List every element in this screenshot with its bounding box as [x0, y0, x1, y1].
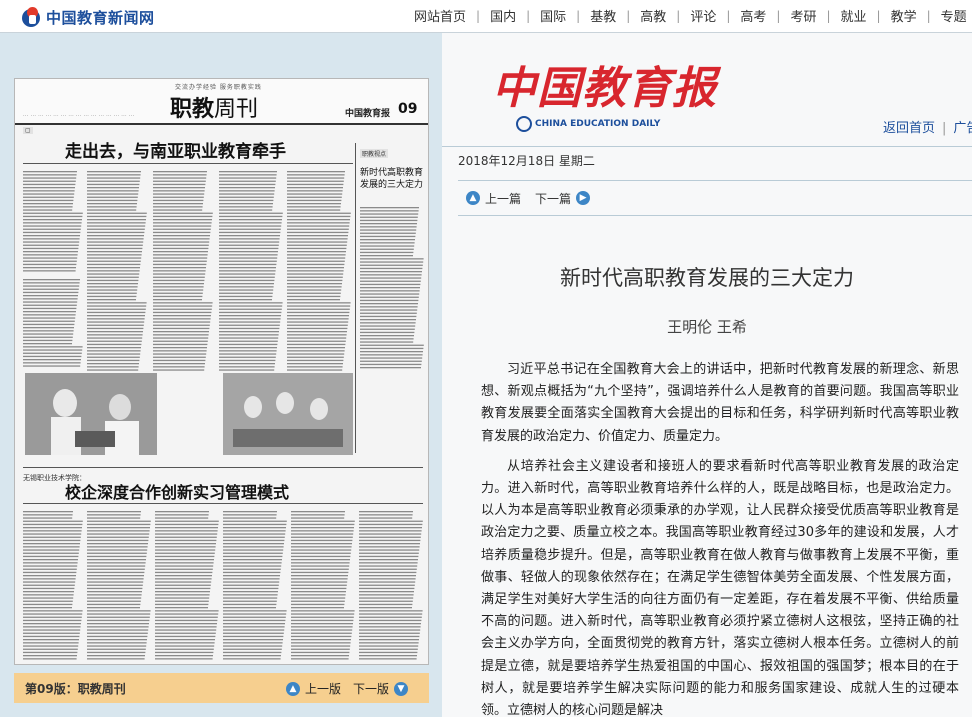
nav-item-kaoyan[interactable]: 考研 [790, 6, 816, 25]
prev-article-link[interactable]: ▲ 上一篇 [466, 190, 521, 207]
nav-item-teaching[interactable]: 教学 [891, 6, 917, 25]
prev-page-label: 上一版 [305, 682, 342, 696]
article-body: 习近平总书记在全国教育大会上的讲话中，把新时代教育发展的新理念、新思想、新观点概… [481, 359, 959, 717]
masthead-english: CHINA EDUCATION DAILY [516, 116, 660, 132]
site-logo[interactable]: 中国教育新闻网 [22, 5, 155, 29]
next-article-label: 下一篇 [535, 191, 572, 206]
newspaper-page-image[interactable]: 交流办学经验 服务职教实践 职教周刊 中国教育报 09 ··· ··· ··· … [14, 78, 429, 665]
home-link[interactable]: 返回首页 [883, 121, 935, 136]
photo-left-graphic [25, 373, 157, 455]
nav-item-gaokao[interactable]: 高考 [740, 6, 766, 25]
nav-item-higher-education[interactable]: 高教 [640, 6, 666, 25]
next-page-link[interactable]: 下一版 ▼ [353, 680, 409, 697]
photo-right-graphic [223, 373, 353, 455]
nav-item-home[interactable]: 网站首页 [414, 6, 466, 25]
site-logo-text: 中国教育新闻网 [46, 8, 155, 27]
newspaper-headline-2[interactable]: 校企深度合作创新实习管理模式 [65, 479, 289, 503]
nav-item-topics[interactable]: 专题 [941, 6, 967, 25]
article-authors: 王明伦 王希 [667, 318, 747, 336]
arrow-up-icon: ▲ [286, 681, 300, 696]
newspaper-page-footer: 第09版：职教周刊 ▲ 上一版 下一版 ▼ [14, 673, 429, 703]
masthead-english-text: CHINA EDUCATION DAILY [535, 119, 661, 129]
ad-link[interactable]: 广告 [953, 121, 972, 136]
nav-item-international[interactable]: 国际 [540, 6, 566, 25]
newspaper-photo-left [25, 373, 157, 455]
date-bar: 2018年12月18日 星期二 [442, 146, 972, 176]
next-page-label: 下一版 [353, 682, 390, 696]
page-label[interactable]: 第09版：职教周刊 [25, 680, 126, 697]
nav-item-commentary[interactable]: 评论 [690, 6, 716, 25]
nav-item-employment[interactable]: 就业 [841, 6, 867, 25]
right-top-links: 返回首页|广告 [883, 117, 972, 136]
nav-item-basic-education[interactable]: 基教 [590, 6, 616, 25]
newspaper-photo-right [223, 373, 353, 455]
newspaper-text-columns [23, 171, 424, 660]
arrow-right-icon: ▶ [576, 191, 591, 205]
article-title: 新时代高职教育发展的三大定力 [560, 266, 854, 290]
nav-item-domestic[interactable]: 国内 [490, 6, 516, 25]
article-prev-next-bar: ▲ 上一篇 下一篇 ▶ [458, 180, 972, 216]
prev-article-label: 上一篇 [485, 191, 522, 206]
arrow-up-icon: ▲ [466, 191, 480, 205]
newspaper-masthead: 中国教育报 CHINA EDUCATION DAILY [492, 52, 716, 132]
article-date: 2018年12月18日 星期二 [458, 154, 595, 168]
site-logo-icon [22, 7, 42, 27]
masthead-title: 中国教育报 [492, 63, 717, 114]
arrow-down-icon: ▼ [394, 681, 409, 696]
masthead-emblem-icon [516, 116, 532, 132]
next-article-link[interactable]: 下一篇 ▶ [535, 190, 591, 207]
top-navigation-bar: 中国教育新闻网 网站首页 | 国内 | 国际 | 基教 | 高教 | 评论 | 高考 | 考研… [0, 0, 972, 33]
article-paragraph: 习近平总书记在全国教育大会上的讲话中，把新时代教育发展的新理念、新思想、新观点概… [481, 362, 959, 444]
main-nav: 网站首页 | 国内 | 国际 | 基教 | 高教 | 评论 | 高考 | 考研 | 就业 | 教学… [414, 6, 972, 26]
article-paragraph: 从培养社会主义建设者和接班人的要求看新时代高等职业教育发展的政治定力。进入新时代… [481, 458, 959, 717]
prev-page-link[interactable]: ▲ 上一版 [286, 680, 341, 697]
